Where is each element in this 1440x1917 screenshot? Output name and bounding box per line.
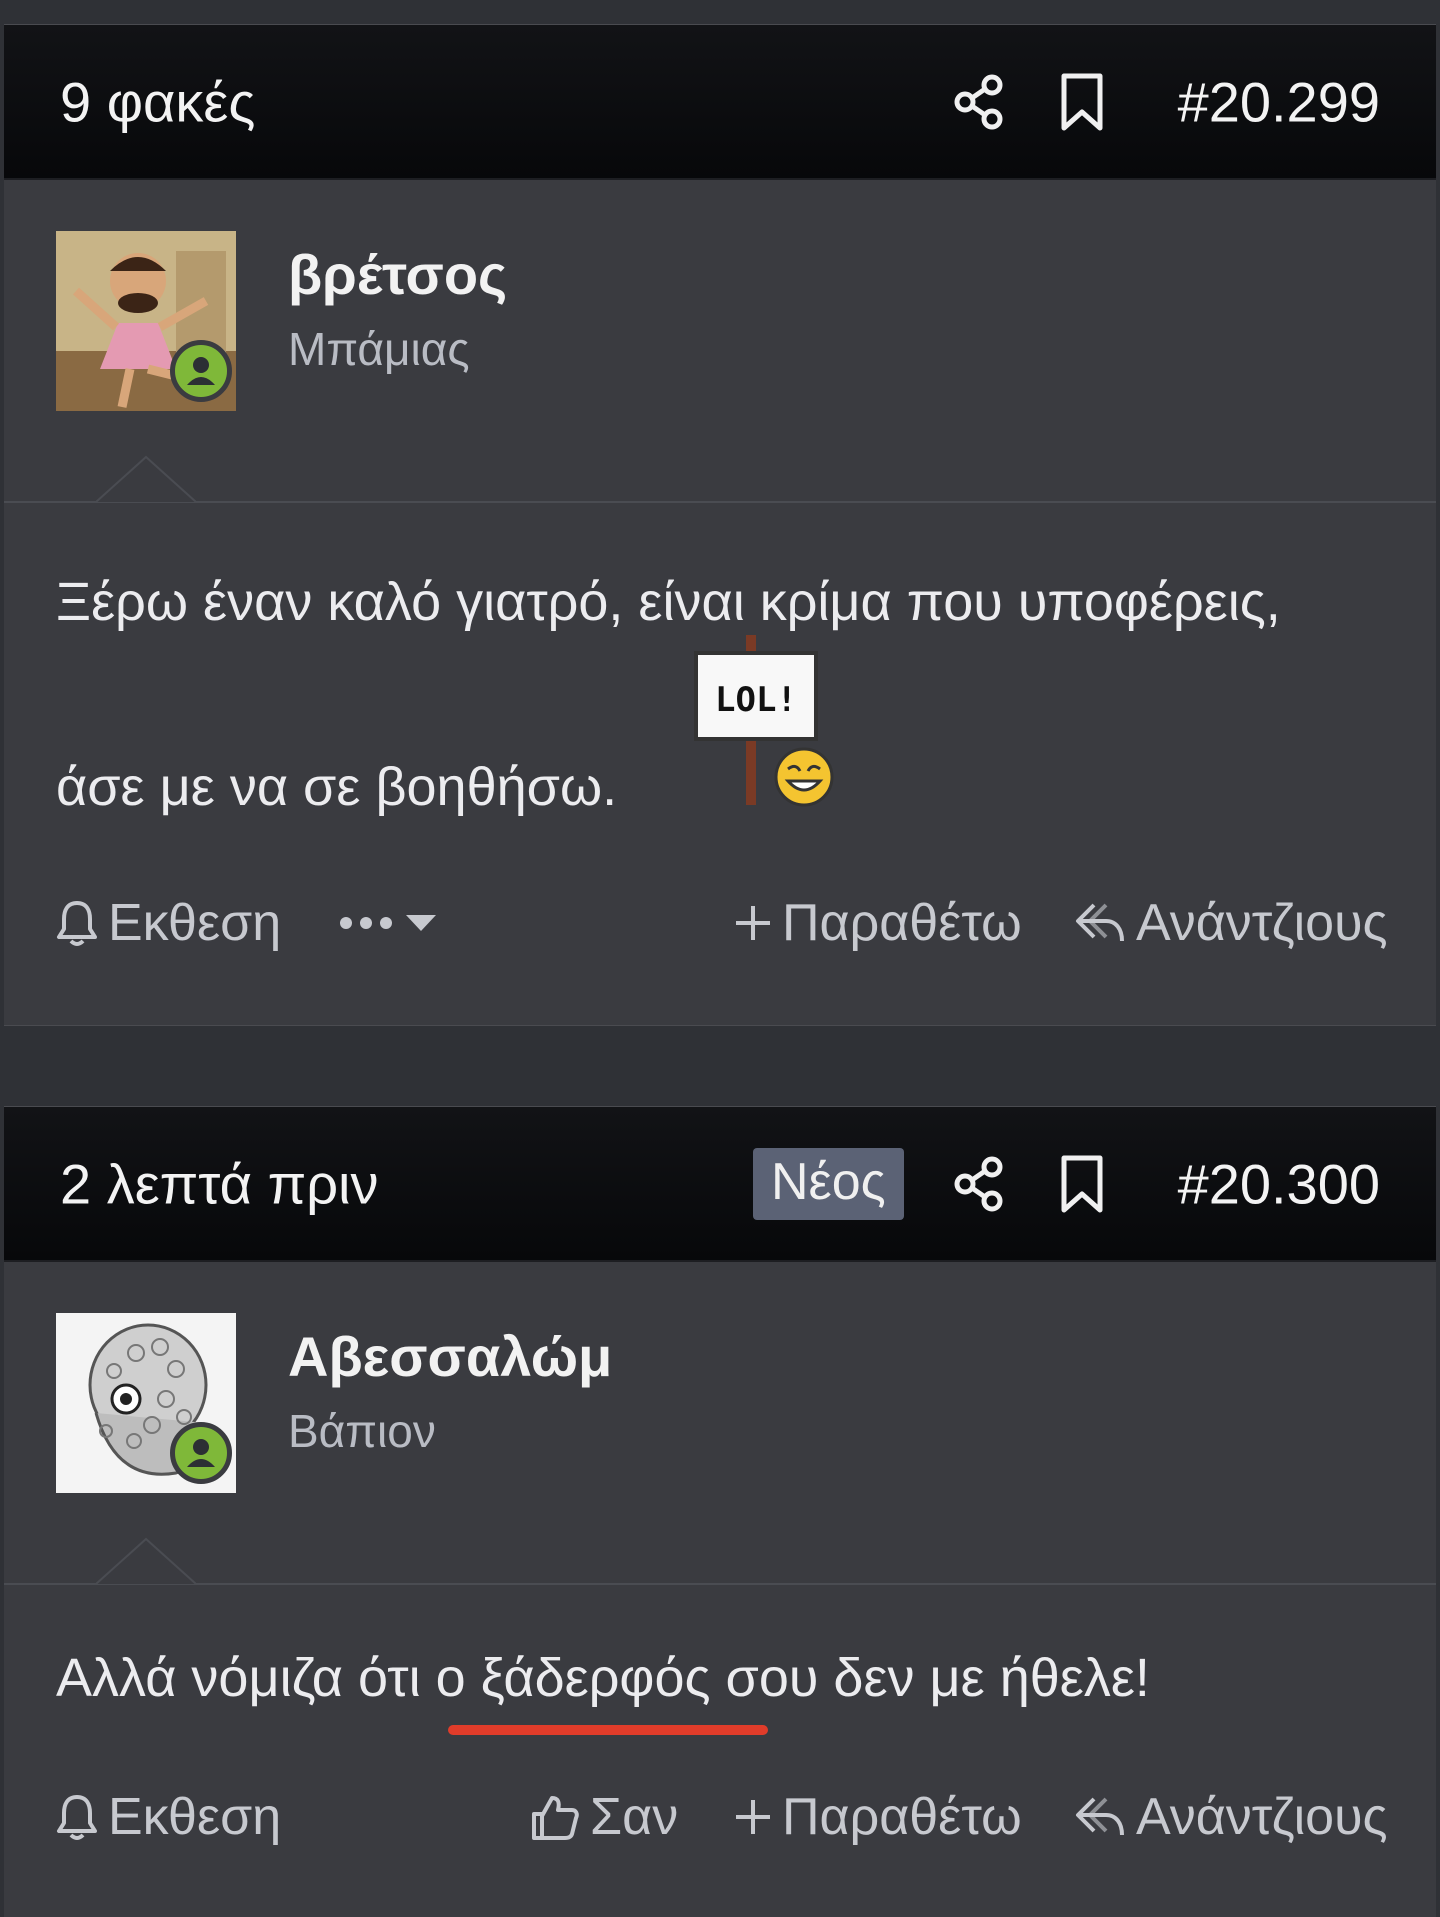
- post-actions: Εκθεση Σαν Παραθέτω Ανάντζιους: [4, 1777, 1436, 1857]
- reply-button[interactable]: Ανάντζιους: [1074, 1777, 1388, 1857]
- thread-page: 9 φακές #20.299 βρέτσος Μπάμιας Ξέρω ένα…: [0, 0, 1440, 1917]
- reply-icon: [1076, 1797, 1124, 1836]
- spellcheck-underline: [448, 1725, 768, 1735]
- misspelled-word[interactable]: ξάδερφός: [481, 1651, 711, 1705]
- report-label: Εκθεση: [108, 1788, 282, 1846]
- thumbs-up-icon: [532, 1796, 579, 1840]
- post-text-before: Αλλά νόμιζα ότι ο: [56, 1648, 481, 1708]
- like-label: Σαν: [590, 1788, 679, 1846]
- quote-button[interactable]: Παραθέτω: [734, 883, 1022, 963]
- post-header: 2 λεπτά πριν Νέος #20.300: [4, 1107, 1436, 1262]
- post-time[interactable]: 9 φακές: [60, 69, 255, 134]
- post-author: βρέτσος Μπάμιας: [4, 180, 1436, 492]
- more-dots-icon: [340, 917, 392, 929]
- online-status-icon: [170, 340, 232, 402]
- post-text-line-2: άσε με να σε βοηθήσω.: [56, 757, 618, 817]
- reply-icon: [1076, 903, 1124, 942]
- quote-button[interactable]: Παραθέτω: [734, 1777, 1022, 1857]
- post-20300: 2 λεπτά πριν Νέος #20.300 Αβεσσαλώμ Βάπι…: [4, 1106, 1436, 1917]
- author-name[interactable]: βρέτσος: [288, 242, 507, 307]
- report-label: Εκθεση: [108, 894, 282, 952]
- post-number[interactable]: #20.300: [1178, 1151, 1380, 1216]
- like-button[interactable]: Σαν: [530, 1777, 678, 1857]
- new-badge: Νέος: [753, 1147, 904, 1220]
- plus-icon: [736, 906, 770, 940]
- pointer-notch: [96, 455, 196, 503]
- quote-label: Παραθέτω: [782, 1788, 1022, 1846]
- post-author: Αβεσσαλώμ Βάπιον: [4, 1262, 1436, 1574]
- share-icon[interactable]: [952, 1154, 1006, 1214]
- post-text: Αλλά νόμιζα ότι ο ξάδερφός σου δεν με ήθ…: [56, 1651, 1150, 1705]
- post-header: 9 φακές #20.299: [4, 25, 1436, 180]
- more-menu-button[interactable]: [338, 883, 448, 963]
- quote-label: Παραθέτω: [782, 894, 1022, 952]
- post-time[interactable]: 2 λεπτά πριν: [60, 1151, 379, 1216]
- post-actions: Εκθεση Παραθέτω Ανάντζιους: [4, 883, 1436, 963]
- post-text-line-1: Ξέρω έναν καλό γιατρό, είναι κρίμα που υ…: [56, 572, 1281, 632]
- pointer-notch: [96, 1537, 196, 1585]
- bell-icon: [57, 901, 97, 946]
- share-icon[interactable]: [952, 72, 1006, 132]
- lol-emoji-icon: LOL!: [694, 635, 834, 807]
- report-button[interactable]: Εκθεση: [56, 883, 281, 963]
- reply-label: Ανάντζιους: [1136, 1788, 1388, 1846]
- bookmark-icon[interactable]: [1056, 72, 1110, 132]
- chevron-down-icon: [406, 915, 436, 931]
- bookmark-icon[interactable]: [1056, 1154, 1110, 1214]
- post-number[interactable]: #20.299: [1178, 69, 1380, 134]
- author-name[interactable]: Αβεσσαλώμ: [288, 1324, 612, 1389]
- author-rank: Βάπιον: [288, 1405, 436, 1457]
- plus-icon: [736, 1800, 770, 1834]
- reply-label: Ανάντζιους: [1136, 894, 1388, 952]
- author-rank: Μπάμιας: [288, 323, 470, 375]
- divider: [4, 1583, 1436, 1585]
- divider: [4, 501, 1436, 503]
- reply-button[interactable]: Ανάντζιους: [1074, 883, 1388, 963]
- lol-sign-text: LOL!: [715, 680, 797, 720]
- post-text-after: σου δεν με ήθελε!: [710, 1648, 1150, 1708]
- post-20299: 9 φακές #20.299 βρέτσος Μπάμιας Ξέρω ένα…: [4, 24, 1436, 1026]
- online-status-icon: [170, 1422, 232, 1484]
- bell-icon: [57, 1795, 97, 1840]
- report-button[interactable]: Εκθεση: [56, 1777, 281, 1857]
